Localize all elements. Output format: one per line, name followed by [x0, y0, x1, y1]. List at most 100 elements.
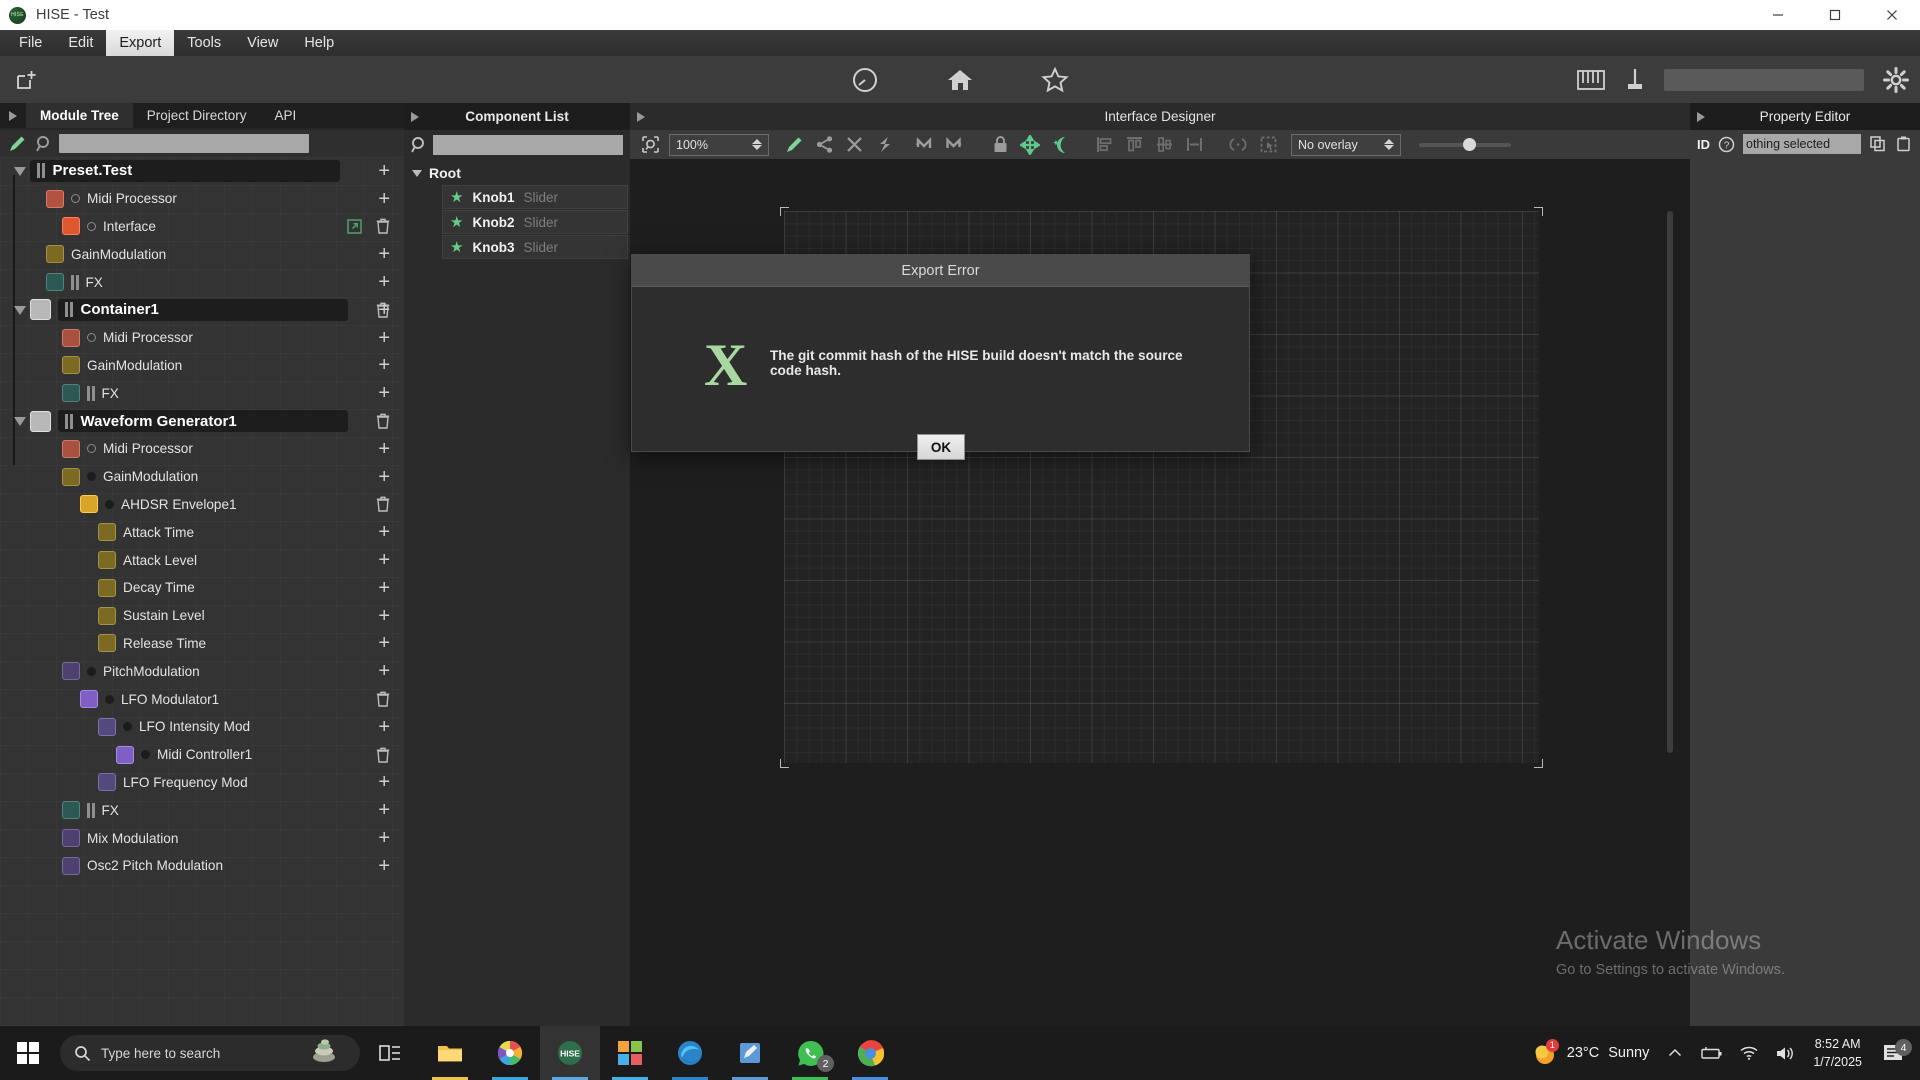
menu-export[interactable]: Export [106, 30, 175, 56]
component-list-item[interactable]: ★ Knob1 Slider [442, 185, 628, 209]
component-list-collapse-arrow[interactable] [404, 111, 426, 122]
tree-row[interactable]: FX + [0, 379, 404, 407]
module-color-swatch[interactable] [62, 328, 80, 347]
add-module-button[interactable]: + [378, 856, 390, 876]
tree-row[interactable]: Midi Processor + [0, 185, 404, 213]
tree-expand-arrow[interactable] [14, 167, 26, 176]
module-color-swatch[interactable] [98, 773, 116, 792]
add-module-button[interactable]: + [378, 550, 390, 570]
module-color-swatch[interactable] [98, 578, 116, 597]
taskbar-app-file-explorer[interactable] [420, 1026, 480, 1080]
drag-grip-icon[interactable] [65, 413, 73, 429]
component-list-item[interactable]: ★ Knob2 Slider [442, 210, 628, 234]
module-bypass-dot[interactable] [105, 694, 114, 704]
add-module-button[interactable]: + [378, 800, 390, 820]
snap-icon[interactable] [1045, 132, 1075, 158]
tree-row[interactable]: Midi Processor + [0, 324, 404, 352]
module-header-bar[interactable]: Container1 [58, 298, 348, 321]
interface-designer-collapse-arrow[interactable] [630, 111, 652, 122]
add-module-button[interactable]: + [378, 578, 390, 598]
undo-icon[interactable] [909, 132, 939, 158]
tree-row[interactable]: AHDSR Envelope1 [0, 491, 404, 519]
module-bypass-dot[interactable] [87, 333, 96, 343]
taskbar-app-edge[interactable] [660, 1026, 720, 1080]
add-module-button[interactable]: + [378, 161, 390, 181]
add-module-button[interactable]: + [378, 606, 390, 626]
component-root-node[interactable]: Root [404, 159, 630, 185]
tree-row[interactable]: Sustain Level + [0, 602, 404, 630]
tree-row[interactable]: Mix Modulation + [0, 824, 404, 852]
edit-pencil-icon[interactable] [779, 132, 809, 158]
tree-expand-arrow[interactable] [14, 417, 26, 427]
add-module-button[interactable]: + [378, 244, 390, 264]
wifi-icon[interactable] [1731, 1026, 1767, 1080]
module-bypass-dot[interactable] [71, 194, 80, 204]
tree-row[interactable]: Interface [0, 213, 404, 241]
drag-grip-icon[interactable] [87, 385, 95, 401]
taskbar-search-box[interactable]: Type here to search [60, 1035, 360, 1071]
taskbar-app-chrome[interactable] [840, 1026, 900, 1080]
open-in-window-icon[interactable] [347, 219, 362, 234]
module-color-swatch[interactable] [30, 299, 51, 321]
tree-row[interactable]: Decay Time + [0, 574, 404, 602]
add-module-button[interactable]: + [378, 355, 390, 375]
module-bypass-dot[interactable] [123, 722, 132, 732]
module-color-swatch[interactable] [98, 606, 116, 625]
menu-help[interactable]: Help [291, 30, 347, 56]
windows-start-icon[interactable] [0, 1026, 56, 1080]
module-bypass-dot[interactable] [141, 750, 150, 760]
module-tree-search-input[interactable] [59, 134, 309, 153]
tree-row[interactable]: Midi Processor + [0, 435, 404, 463]
add-module-button[interactable]: + [378, 328, 390, 348]
close-button[interactable] [1863, 0, 1920, 30]
module-color-swatch[interactable] [62, 384, 80, 403]
module-color-swatch[interactable] [62, 662, 80, 681]
cortana-icon[interactable] [304, 1031, 356, 1075]
drag-grip-icon[interactable] [87, 802, 95, 818]
dialog-ok-button[interactable]: OK [917, 434, 965, 460]
add-module-button[interactable]: + [378, 467, 390, 487]
property-editor-collapse-arrow[interactable] [1690, 111, 1712, 122]
overlay-combo[interactable]: No overlay [1291, 133, 1401, 156]
redo-icon[interactable] [939, 132, 969, 158]
menu-view[interactable]: View [234, 30, 291, 56]
tree-row[interactable]: GainModulation + [0, 240, 404, 268]
module-color-swatch[interactable] [80, 690, 98, 709]
maximize-button[interactable] [1806, 0, 1863, 30]
home-icon[interactable] [945, 66, 975, 94]
module-color-swatch[interactable] [62, 829, 80, 848]
minimize-button[interactable] [1749, 0, 1806, 30]
star-icon[interactable]: ★ [450, 190, 463, 205]
opacity-slider-knob[interactable] [1463, 137, 1477, 151]
module-color-swatch[interactable] [62, 856, 80, 875]
align-top-icon[interactable] [1119, 132, 1149, 158]
component-list-search-input[interactable] [433, 134, 623, 155]
align-middle-icon[interactable] [1149, 132, 1179, 158]
align-left-icon[interactable] [1089, 132, 1119, 158]
zoom-level-combo[interactable]: 100% [669, 133, 769, 156]
module-header-bar[interactable]: Preset.Test [30, 159, 340, 182]
settings-gear-icon[interactable] [1882, 66, 1910, 94]
menu-file[interactable]: File [6, 30, 55, 56]
taskbar-app-photos[interactable] [480, 1026, 540, 1080]
module-color-swatch[interactable] [80, 495, 98, 514]
tree-row[interactable]: Container1 + [0, 296, 404, 324]
property-id-value[interactable]: othing selected [1743, 134, 1861, 154]
zoom-fit-icon[interactable] [635, 132, 665, 158]
delete-module-icon[interactable] [376, 218, 390, 235]
module-bypass-dot[interactable] [105, 499, 114, 509]
export-error-dialog[interactable]: Export Error X The git commit hash of th… [631, 254, 1250, 460]
taskbar-app-hise[interactable]: HISE [540, 1026, 600, 1080]
module-color-swatch[interactable] [116, 745, 134, 764]
chevron-up-icon[interactable] [1659, 1026, 1691, 1080]
taskbar-app-whatsapp[interactable]: 2 [780, 1026, 840, 1080]
add-module-button[interactable]: + [378, 439, 390, 459]
drag-grip-icon[interactable] [65, 302, 73, 318]
flip-icon[interactable] [869, 132, 899, 158]
tree-expand-arrow[interactable] [14, 305, 26, 315]
tree-row[interactable]: Preset.Test + [0, 157, 404, 185]
copy-icon[interactable] [1869, 135, 1887, 153]
tree-row[interactable]: Waveform Generator1 [0, 407, 404, 435]
tree-row[interactable]: Osc2 Pitch Modulation + [0, 852, 404, 880]
tree-row[interactable]: Attack Time + [0, 518, 404, 546]
